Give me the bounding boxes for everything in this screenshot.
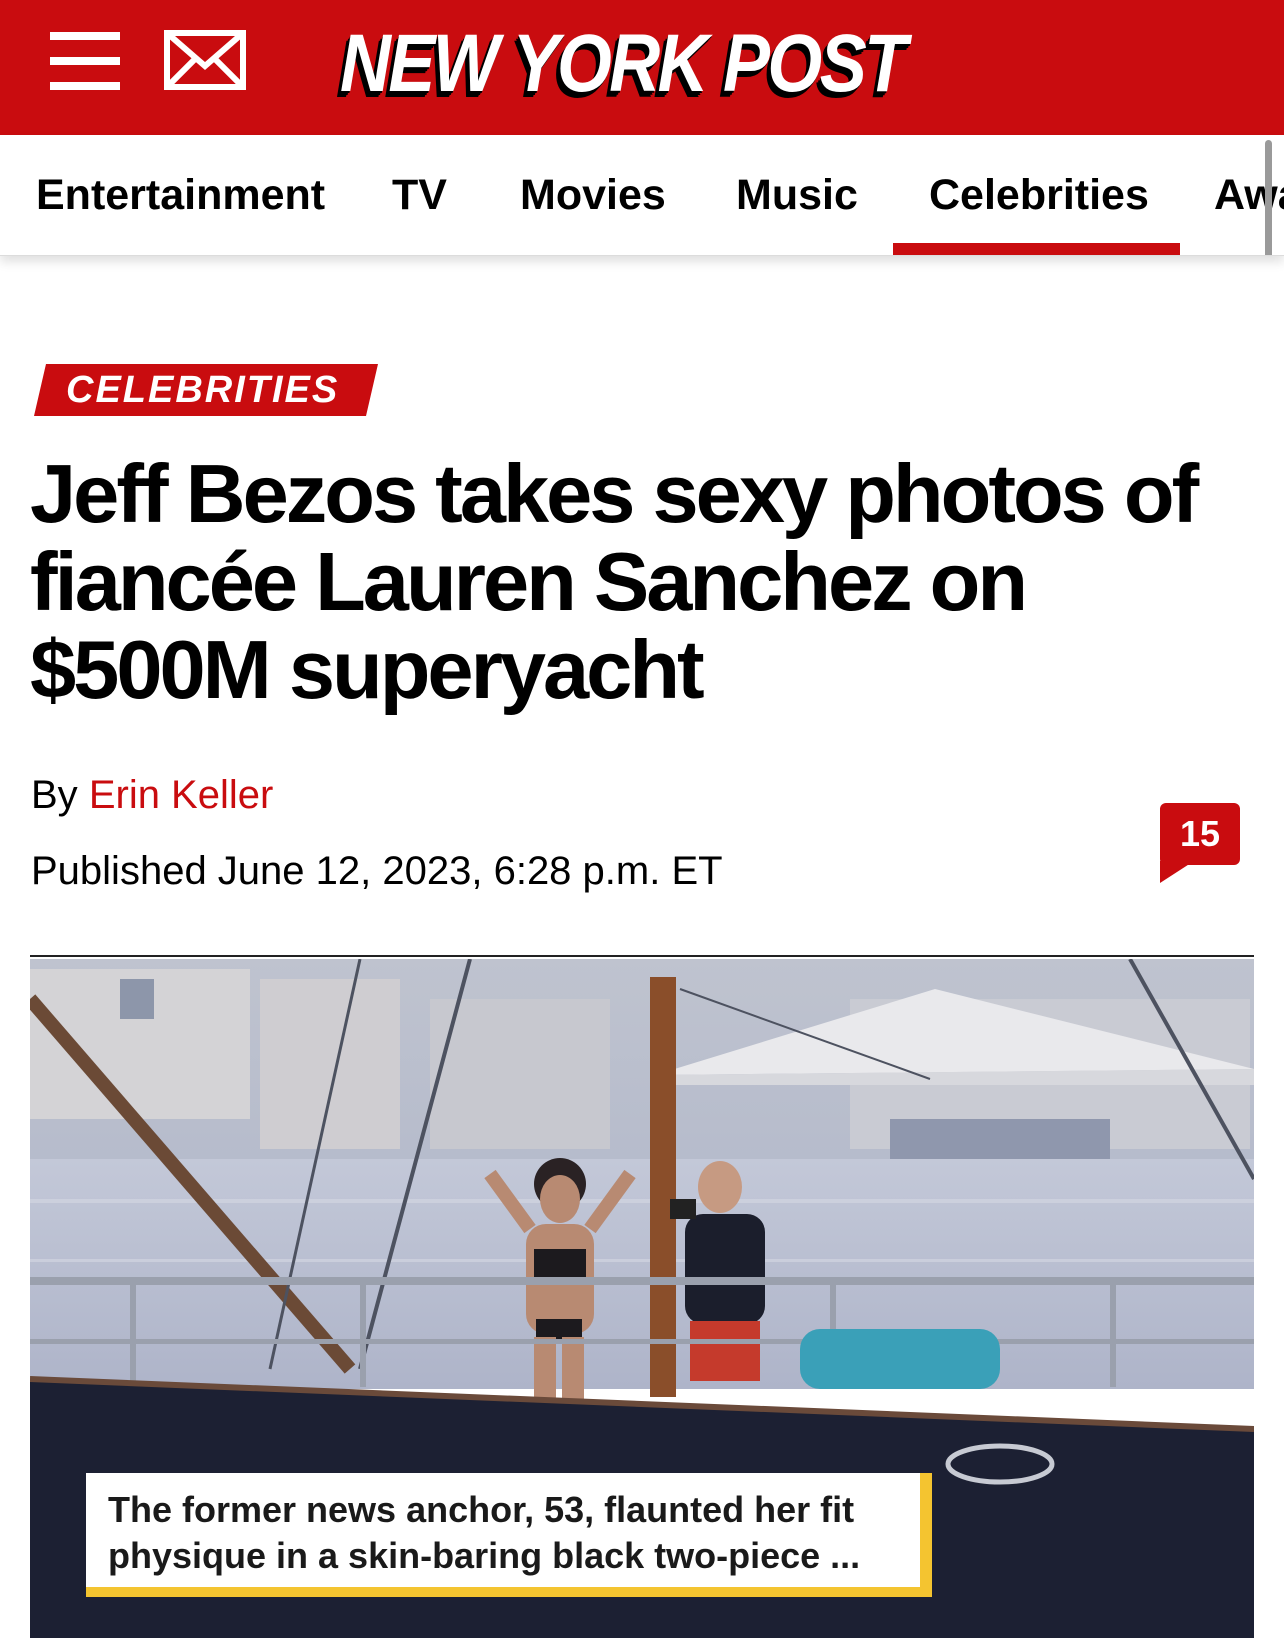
nypost-logo[interactable]: NEW YORK POST: [340, 14, 940, 114]
tab-tv[interactable]: TV: [392, 135, 447, 255]
tab-entertainment[interactable]: Entertainment: [36, 135, 325, 255]
site-header: NEW YORK POST: [0, 0, 1284, 135]
section-kicker-label: CELEBRITIES: [66, 369, 340, 411]
photo-caption: The former news anchor, 53, flaunted her…: [86, 1473, 932, 1597]
comment-bubble-icon[interactable]: 15: [1160, 803, 1240, 883]
tab-music[interactable]: Music: [736, 135, 858, 255]
horizontal-scrollbar[interactable]: [1265, 140, 1272, 255]
logo-text: NEW YORK POST: [340, 18, 907, 109]
tab-awards[interactable]: Awa: [1214, 135, 1284, 255]
comment-count: 15: [1179, 813, 1221, 854]
section-kicker[interactable]: CELEBRITIES: [34, 364, 378, 416]
author-link[interactable]: Erin Keller: [89, 773, 274, 817]
section-nav: Entertainment TV Movies Music Celebritie…: [0, 135, 1284, 256]
article-photo[interactable]: The former news anchor, 53, flaunted her…: [30, 959, 1254, 1638]
publish-date: Published June 12, 2023, 6:28 p.m. ET: [31, 849, 723, 893]
article-headline: Jeff Bezos takes sexy photos of fiancée …: [30, 447, 1199, 716]
active-tab-indicator: [893, 243, 1180, 255]
tab-movies[interactable]: Movies: [520, 135, 666, 255]
mail-envelope-icon[interactable]: [164, 30, 246, 90]
photo-caption-text: The former news anchor, 53, flaunted her…: [108, 1489, 861, 1576]
hamburger-menu-icon[interactable]: [50, 32, 120, 90]
byline-prefix: By: [31, 773, 78, 817]
byline: By Erin Keller: [31, 770, 273, 820]
divider: [30, 955, 1254, 957]
tab-celebrities[interactable]: Celebrities: [929, 135, 1149, 255]
